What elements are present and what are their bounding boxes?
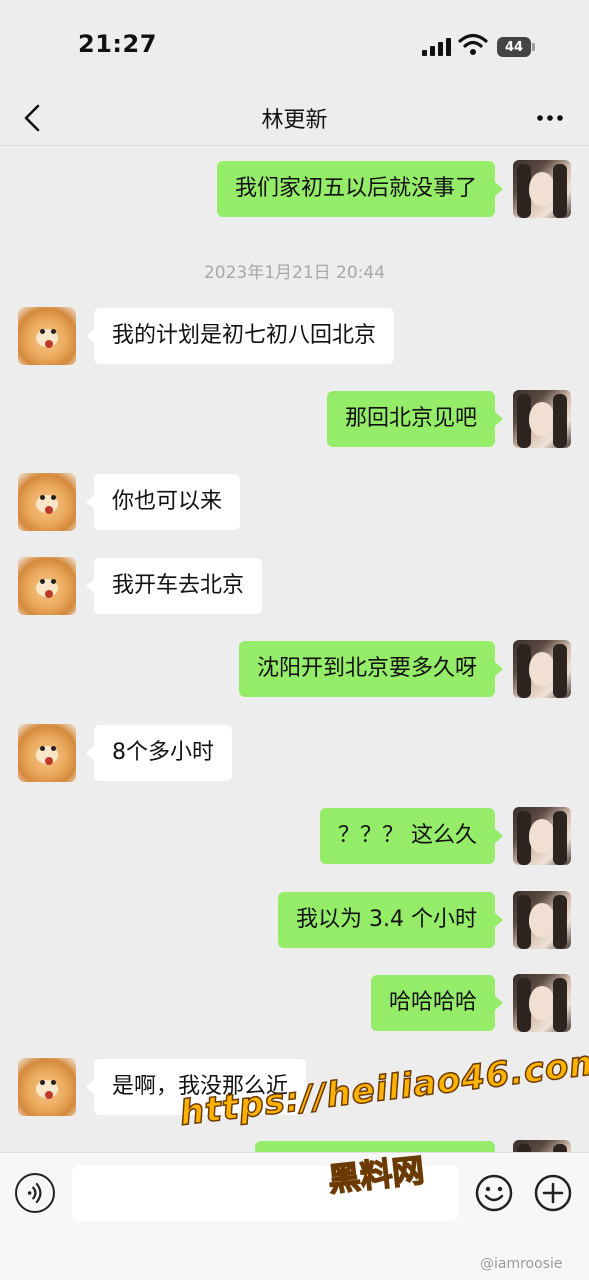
plus-icon[interactable] [533, 1173, 573, 1213]
more-dots-icon[interactable] [534, 102, 566, 134]
message-bubble[interactable]: ？？？ 这么久 [320, 808, 503, 864]
wifi-icon [458, 33, 488, 55]
message-bubble[interactable]: 我们家初五以后就没事了 [216, 161, 504, 217]
message-bubble[interactable]: 哈哈哈哈 [370, 975, 504, 1031]
voice-icon[interactable] [15, 1173, 55, 1213]
timestamp: 2023年1月21日 20:44 [203, 263, 386, 283]
avatar[interactable] [513, 974, 571, 1032]
avatar[interactable] [18, 1058, 76, 1116]
message-bubble[interactable]: 8个多小时 [86, 725, 232, 781]
status-bar: 21:27 44 [0, 0, 589, 90]
avatar[interactable] [18, 473, 76, 531]
chat-header: 林更新 [0, 90, 589, 146]
status-time: 21:27 [78, 30, 157, 58]
avatar[interactable] [513, 891, 571, 949]
avatar[interactable] [513, 640, 571, 698]
avatar[interactable] [18, 307, 76, 365]
battery-level: 44 [497, 37, 531, 57]
message-bubble[interactable]: 你也可以来 [85, 474, 241, 530]
battery-icon: 44 [497, 37, 535, 57]
emoji-icon[interactable] [474, 1173, 514, 1213]
avatar[interactable] [18, 557, 76, 615]
battery-cap [532, 43, 535, 51]
chat-title: 林更新 [261, 108, 328, 133]
message-bubble[interactable]: 沈阳开到北京要多久呀 [238, 641, 504, 697]
avatar[interactable] [513, 807, 571, 865]
message-bubble[interactable]: 我的计划是初七初八回北京 [85, 308, 395, 364]
credit-text: @iamroosie [480, 1256, 563, 1272]
signal-icon [422, 38, 451, 56]
avatar[interactable] [513, 1140, 571, 1152]
avatar[interactable] [513, 390, 571, 448]
chat-messages[interactable]: 我们家初五以后就没事了 2023年1月21日 20:44 我的计划是初七初八回北… [0, 146, 589, 1152]
message-bubble[interactable]: 我以为 3.4 个小时 [278, 892, 503, 948]
avatar[interactable] [513, 160, 571, 218]
message-bubble[interactable]: 我开车去北京 [85, 558, 263, 614]
avatar[interactable] [18, 724, 76, 782]
message-bubble[interactable]: 那回北京见吧 [326, 391, 504, 447]
